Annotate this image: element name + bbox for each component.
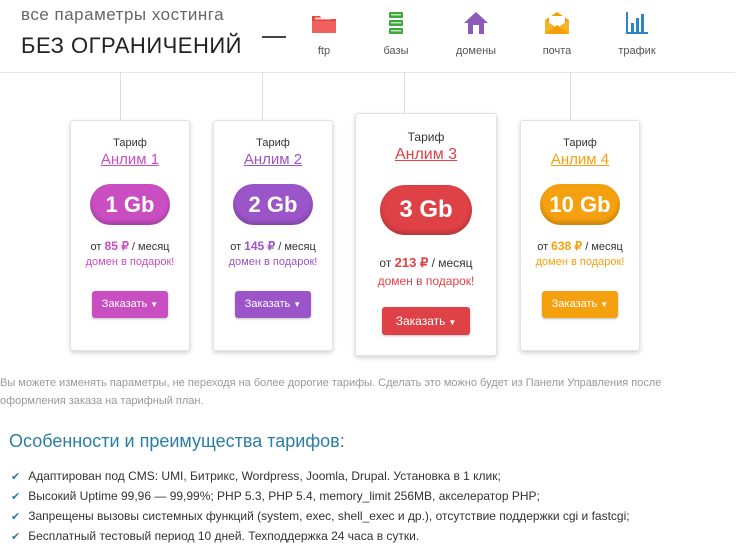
plan-card-anlim-4: Тариф Анлим 4 10 Gb от 638 ₽ / месяц дом… <box>520 120 640 351</box>
plan-price: от 145 ₽ / месяц <box>230 239 316 253</box>
plan-size-pill: 10 Gb <box>540 184 620 225</box>
price-value: 638 ₽ <box>551 239 583 253</box>
check-icon: ✔ <box>11 471 21 483</box>
banner-headline: БЕЗ ОГРАНИЧЕНИЙ <box>21 33 242 58</box>
feature-domains: домены <box>446 10 506 57</box>
check-icon: ✔ <box>11 491 21 503</box>
plan-price: от 638 ₽ / месяц <box>537 239 623 253</box>
plan-size-pill: 2 Gb <box>233 184 313 225</box>
plan-card-anlim-3: Тариф Анлим 3 3 Gb от 213 ₽ / месяц доме… <box>355 113 497 356</box>
feature-label: ftp <box>317 45 331 57</box>
folder-icon <box>312 16 336 33</box>
check-icon: ✔ <box>11 511 21 523</box>
notice-text: Вы можете изменять параметры, не переход… <box>0 377 662 407</box>
top-banner: все параметры хостинга БЕЗ ОГРАНИЧЕНИЙ f… <box>0 0 735 73</box>
gift-text: домен в подарок! <box>228 256 318 268</box>
advantages-title: Особенности и преимущества тарифов: <box>9 431 345 451</box>
connector-line <box>404 72 405 113</box>
caret-down-icon: ▼ <box>600 300 609 309</box>
plan-price: от 213 ₽ / месяц <box>379 255 473 270</box>
tariff-label: Тариф <box>113 137 147 149</box>
price-value: 85 ₽ <box>104 239 129 253</box>
list-item: ✔ Запрещены вызовы системных функций (sys… <box>11 509 630 523</box>
feature-label: почта <box>542 45 572 57</box>
price-value: 145 ₽ <box>244 239 276 253</box>
banner-dash <box>262 36 286 38</box>
price-value: 213 ₽ <box>394 255 429 270</box>
plan-name-link[interactable]: Анлим 4 <box>551 151 609 168</box>
tariff-label: Тариф <box>256 137 290 149</box>
feature-label: базы <box>383 45 409 57</box>
feature-label: трафик <box>618 45 656 57</box>
feature-mail: почта <box>527 10 587 57</box>
plan-name-link[interactable]: Анлим 2 <box>244 151 302 168</box>
plan-size-pill: 3 Gb <box>380 185 472 235</box>
plan-size-pill: 1 Gb <box>90 184 170 225</box>
connector-line <box>262 72 263 120</box>
plan-name-link[interactable]: Анлим 1 <box>101 151 159 168</box>
caret-down-icon: ▼ <box>448 318 457 327</box>
list-item: ✔ Адаптирован под CMS: UMI, Битрикс, Word… <box>11 469 501 483</box>
order-button[interactable]: Заказать ▼ <box>542 291 618 318</box>
gift-text: домен в подарок! <box>377 274 475 288</box>
plan-price: от 85 ₽ / месяц <box>90 239 170 253</box>
feature-ftp: ftp <box>294 10 354 57</box>
database-icon <box>389 12 403 34</box>
gift-text: домен в подарок! <box>85 256 175 268</box>
feature-label: домены <box>455 45 497 57</box>
order-button[interactable]: Заказать ▼ <box>92 291 168 318</box>
tariff-label: Тариф <box>563 137 597 149</box>
plan-card-anlim-1: Тариф Анлим 1 1 Gb от 85 ₽ / месяц домен… <box>70 120 190 351</box>
mail-icon <box>545 12 569 34</box>
house-icon <box>464 12 488 34</box>
order-button[interactable]: Заказать ▼ <box>235 291 311 318</box>
check-icon: ✔ <box>11 531 21 543</box>
chart-icon <box>626 12 648 34</box>
feature-databases: базы <box>366 10 426 57</box>
list-item: ✔ Бесплатный тестовый период 10 дней. Тех… <box>11 529 420 543</box>
feature-traffic: трафик <box>607 10 667 57</box>
caret-down-icon: ▼ <box>150 300 159 309</box>
plan-name-link[interactable]: Анлим 3 <box>395 146 457 164</box>
banner-subtitle: все параметры хостинга <box>21 5 225 24</box>
caret-down-icon: ▼ <box>293 300 302 309</box>
connector-line <box>120 72 121 120</box>
order-button[interactable]: Заказать ▼ <box>382 307 470 335</box>
tariff-label: Тариф <box>407 130 445 144</box>
plan-card-anlim-2: Тариф Анлим 2 2 Gb от 145 ₽ / месяц доме… <box>213 120 333 351</box>
connector-line <box>570 72 571 120</box>
list-item: ✔ Высокий Uptime 99,96 — 99,99%; PHP 5.3,… <box>11 489 540 503</box>
advantages-list: ✔ Адаптирован под CMS: UMI, Битрикс, Word… <box>11 466 630 546</box>
gift-text: домен в подарок! <box>535 256 625 268</box>
